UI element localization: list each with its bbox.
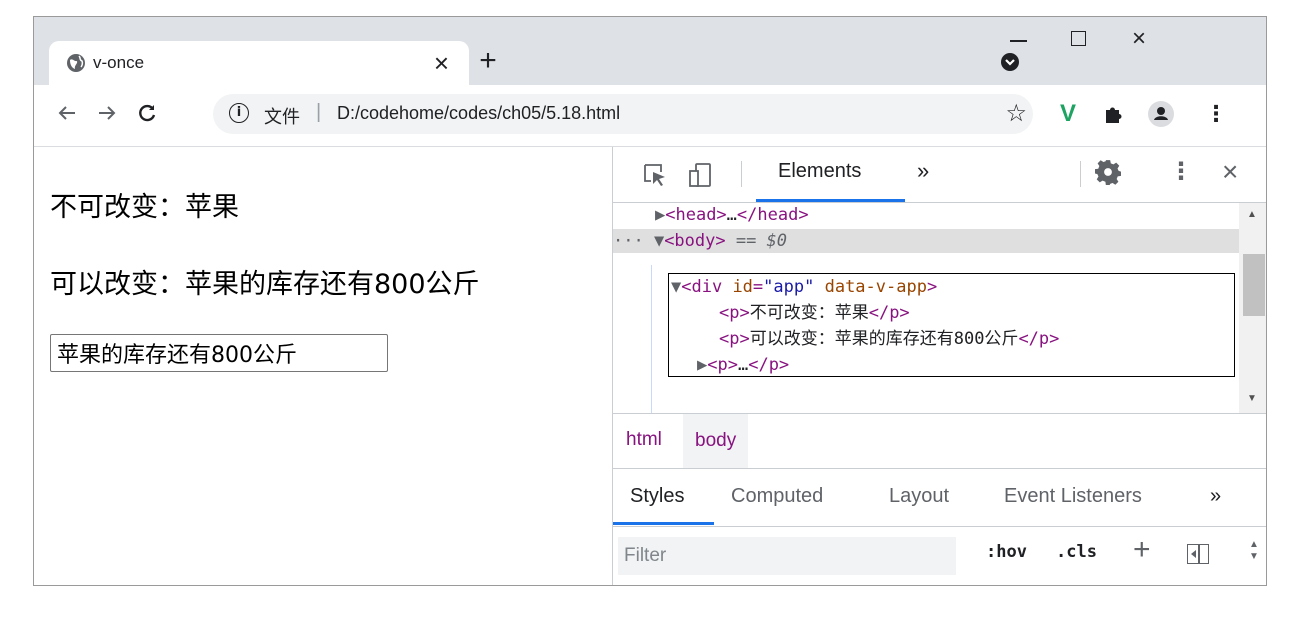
expand-triangle-icon: ▶ bbox=[655, 205, 666, 225]
panel-scroll-arrows-icon[interactable]: ▲ ▼ bbox=[1249, 539, 1259, 563]
toolbar-divider bbox=[1080, 161, 1081, 187]
devtools-panel: Elements » ⋮ × ▶<head>…</head> ··· ▼<bod… bbox=[612, 147, 1266, 585]
person-icon bbox=[1154, 107, 1168, 120]
styles-subtabs: Styles Computed Layout Event Listeners » bbox=[613, 469, 1266, 527]
site-info-icon[interactable]: i bbox=[229, 103, 249, 123]
page-content: 不可改变：苹果 可以改变：苹果的库存还有800公斤 bbox=[34, 147, 612, 585]
styles-filter-bar: Filter :hov .cls + ▲ ▼ bbox=[613, 527, 1266, 585]
reload-button[interactable] bbox=[132, 98, 162, 128]
dom-node-body-selected[interactable]: ··· ▼<body> == $0 bbox=[613, 229, 1239, 253]
minimize-icon bbox=[1010, 40, 1027, 42]
arrow-left-icon bbox=[58, 106, 75, 120]
immutable-text: 不可改变：苹果 bbox=[50, 192, 239, 223]
browser-tab[interactable]: v-once × bbox=[49, 41, 469, 85]
new-tab-button[interactable]: + bbox=[470, 43, 506, 79]
back-button[interactable] bbox=[52, 98, 82, 128]
inspect-element-icon[interactable] bbox=[641, 161, 669, 189]
more-tabs-button[interactable]: » bbox=[917, 158, 929, 184]
devtools-toolbar: Elements » ⋮ × bbox=[613, 147, 1266, 203]
sidebar-toggle-icon[interactable] bbox=[1187, 544, 1209, 564]
tab-computed[interactable]: Computed bbox=[731, 485, 823, 508]
puzzle-icon bbox=[1106, 107, 1122, 123]
arrow-right-icon bbox=[99, 106, 116, 120]
devtools-close-button[interactable]: × bbox=[1222, 156, 1238, 188]
dom-tree: ▶<head>…</head> ··· ▼<body> == $0 ▼<div … bbox=[613, 203, 1266, 413]
bookmark-star-icon[interactable]: ☆ bbox=[1005, 99, 1027, 128]
window-close-button[interactable]: × bbox=[1109, 19, 1169, 59]
browser-toolbar: i 文件 | D:/codehome/codes/ch05/5.18.html … bbox=[34, 85, 1266, 147]
reload-icon bbox=[139, 104, 156, 122]
breadcrumb-body[interactable]: body bbox=[683, 414, 749, 468]
extensions-icon[interactable] bbox=[1100, 100, 1128, 128]
dom-scrollbar-thumb[interactable] bbox=[1243, 254, 1265, 316]
tab-strip: v-once × + × bbox=[34, 17, 1266, 85]
tab-event-listeners[interactable]: Event Listeners bbox=[1004, 485, 1142, 508]
forward-button[interactable] bbox=[92, 98, 122, 128]
tab-styles[interactable]: Styles bbox=[630, 485, 684, 508]
dom-node-head[interactable]: ▶<head>…</head> bbox=[655, 203, 809, 227]
hov-toggle[interactable]: :hov bbox=[986, 542, 1027, 562]
more-subtabs-button[interactable]: » bbox=[1210, 485, 1221, 508]
scroll-down-arrow-icon[interactable]: ▼ bbox=[1247, 393, 1257, 404]
mutable-text: 可以改变：苹果的库存还有800公斤 bbox=[50, 269, 480, 300]
scheme-label: 文件 bbox=[264, 107, 300, 127]
maximize-button[interactable] bbox=[1049, 19, 1109, 59]
toolbar-divider bbox=[741, 161, 742, 187]
browser-menu-button[interactable]: ⋮ bbox=[1202, 100, 1230, 128]
tab-title: v-once bbox=[93, 53, 145, 72]
address-bar[interactable]: i 文件 | D:/codehome/codes/ch05/5.18.html … bbox=[213, 94, 1033, 134]
device-toolbar-icon[interactable] bbox=[687, 161, 715, 189]
browser-window: v-once × + × i 文件 | D:/codehome/codes/ch… bbox=[33, 16, 1267, 586]
profile-avatar[interactable] bbox=[1148, 101, 1174, 127]
breadcrumb-html[interactable]: html bbox=[626, 429, 662, 451]
cls-toggle[interactable]: .cls bbox=[1056, 542, 1097, 562]
scheme-separator: | bbox=[316, 101, 322, 123]
stock-input[interactable] bbox=[50, 334, 388, 372]
new-style-rule-button[interactable]: + bbox=[1133, 533, 1151, 567]
tab-close-button[interactable]: × bbox=[434, 48, 449, 78]
scroll-up-arrow-icon[interactable]: ▲ bbox=[1247, 209, 1257, 220]
active-subtab-indicator bbox=[613, 522, 714, 525]
tab-elements[interactable]: Elements bbox=[778, 160, 861, 183]
dom-node-p-collapsed[interactable]: ▶<p>…</p> bbox=[697, 353, 789, 377]
devtools-menu-button[interactable]: ⋮ bbox=[1169, 157, 1193, 186]
indent-guide bbox=[651, 265, 652, 413]
globe-icon bbox=[67, 54, 85, 72]
tab-layout[interactable]: Layout bbox=[889, 485, 949, 508]
active-tab-indicator bbox=[756, 199, 905, 202]
styles-filter-input[interactable]: Filter bbox=[618, 537, 956, 575]
url-text[interactable]: D:/codehome/codes/ch05/5.18.html bbox=[337, 103, 620, 124]
settings-gear-icon[interactable] bbox=[1095, 159, 1121, 185]
vue-devtools-icon[interactable]: V bbox=[1054, 100, 1082, 128]
breadcrumb: html body bbox=[613, 413, 1266, 469]
minimize-button[interactable] bbox=[989, 19, 1049, 59]
maximize-icon bbox=[1071, 31, 1086, 46]
expand-triangle-icon: ▶ bbox=[697, 355, 708, 375]
